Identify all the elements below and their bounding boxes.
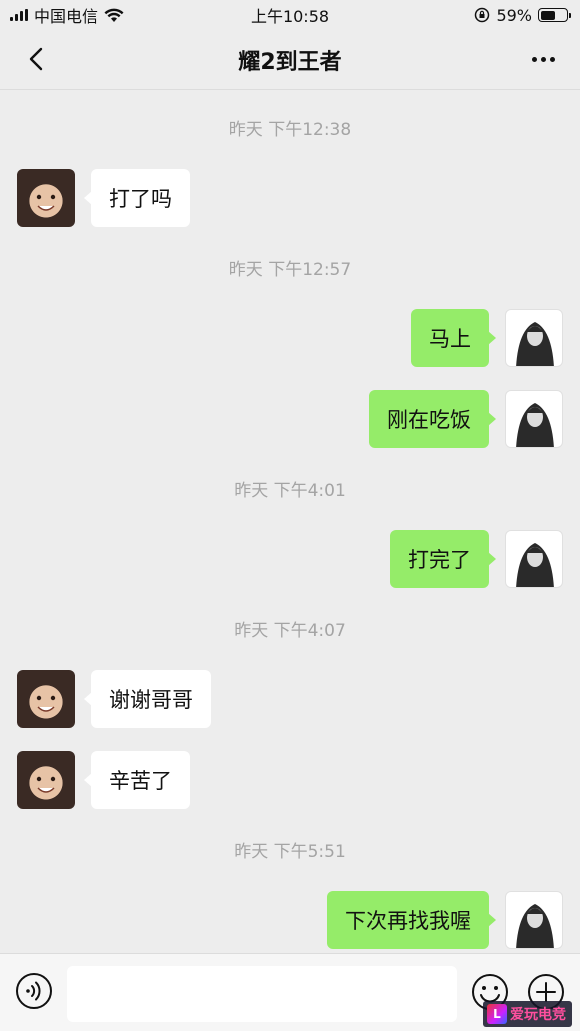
watermark-logo-mark: L bbox=[487, 1004, 507, 1024]
wifi-icon bbox=[104, 8, 124, 22]
chat-title: 耀2到王者 bbox=[238, 49, 342, 75]
signal-icon bbox=[10, 9, 28, 21]
input-bar: L 爱玩电竞 bbox=[0, 953, 580, 1031]
watermark-text: 爱玩电竞 bbox=[510, 1007, 566, 1023]
status-right: 59% bbox=[474, 5, 571, 25]
status-left: 中国电信 bbox=[10, 3, 124, 27]
message-row: 打完了 bbox=[0, 530, 580, 588]
chat-messages[interactable]: 昨天 下午12:38 打了吗昨天 下午12:57 马上刚在吃饭昨天 下午4:01 打完… bbox=[0, 91, 580, 953]
sent-message-bubble[interactable]: 打完了 bbox=[390, 530, 496, 588]
sent-message-bubble[interactable]: 马上 bbox=[411, 309, 496, 367]
carrier-label: 中国电信 bbox=[34, 7, 99, 26]
self-avatar[interactable] bbox=[505, 530, 563, 588]
battery-percent: 59% bbox=[496, 5, 532, 25]
voice-icon[interactable] bbox=[15, 972, 53, 1010]
contact-avatar[interactable] bbox=[17, 670, 75, 728]
self-avatar[interactable] bbox=[505, 309, 563, 367]
timestamp: 昨天 下午12:57 bbox=[228, 260, 352, 280]
timestamp: 昨天 下午12:38 bbox=[228, 120, 352, 140]
contact-avatar[interactable] bbox=[17, 751, 75, 809]
received-message-bubble[interactable]: 谢谢哥哥 bbox=[84, 670, 211, 728]
message-row: 马上 bbox=[0, 309, 580, 367]
received-message-bubble[interactable]: 打了吗 bbox=[84, 169, 190, 227]
self-avatar[interactable] bbox=[505, 891, 563, 949]
message-row: 谢谢哥哥 bbox=[0, 670, 580, 728]
timestamp: 昨天 下午4:07 bbox=[234, 621, 346, 641]
status-bar: 中国电信 上午10:58 59% bbox=[0, 0, 580, 30]
message-row: 辛苦了 bbox=[0, 751, 580, 809]
timestamp: 昨天 下午5:51 bbox=[234, 842, 346, 862]
chat-header: 耀2到王者 bbox=[0, 30, 580, 90]
message-row: 打了吗 bbox=[0, 169, 580, 227]
received-message-bubble[interactable]: 辛苦了 bbox=[84, 751, 190, 809]
more-icon[interactable] bbox=[528, 46, 558, 72]
message-input[interactable] bbox=[67, 966, 457, 1022]
sent-message-bubble[interactable]: 下次再找我喔 bbox=[327, 891, 496, 949]
timestamp: 昨天 下午4:01 bbox=[234, 481, 346, 501]
orientation-lock-icon bbox=[475, 7, 490, 23]
battery-icon bbox=[538, 8, 571, 22]
watermark-logo: L 爱玩电竞 bbox=[483, 1001, 572, 1027]
back-icon[interactable] bbox=[22, 44, 52, 74]
message-row: 刚在吃饭 bbox=[0, 390, 580, 448]
self-avatar[interactable] bbox=[505, 390, 563, 448]
contact-avatar[interactable] bbox=[17, 169, 75, 227]
message-row: 下次再找我喔 bbox=[0, 891, 580, 949]
sent-message-bubble[interactable]: 刚在吃饭 bbox=[369, 390, 496, 448]
